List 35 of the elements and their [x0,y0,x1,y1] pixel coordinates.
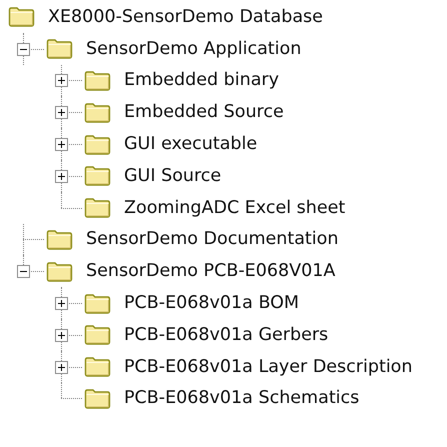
expander-toggle[interactable] [55,328,68,342]
folder-icon [84,356,111,378]
folder-icon [84,165,111,186]
folder-label[interactable]: ZoomingADC Excel sheet [124,194,346,221]
expander-toggle[interactable] [17,265,30,278]
folder-icon [46,228,73,250]
folder-label[interactable]: SensorDemo PCB-E068V01A [86,258,336,284]
expander-toggle[interactable] [55,170,68,183]
folder-icon [46,260,73,282]
folder-icon [84,197,111,218]
folder-label[interactable]: Embedded Source [124,99,284,126]
expander-toggle[interactable] [55,138,68,152]
folder-icon [8,6,35,28]
folder-icon [84,292,111,314]
folder-label[interactable]: PCB-E068v01a Gerbers [124,322,328,348]
expander-toggle[interactable] [55,297,68,310]
folder-label[interactable]: XE8000-SensorDemo Database [48,4,323,30]
folder-label[interactable]: SensorDemo Documentation [86,226,338,253]
folder-label[interactable]: SensorDemo Application [86,36,302,62]
folder-label[interactable]: GUI executable [124,130,258,158]
folder-icon [84,324,111,346]
folder-label[interactable]: PCB-E068v01a BOM [124,290,300,316]
folder-icon [46,38,73,60]
folder-label[interactable]: PCB-E068v01a Schematics [124,385,360,412]
expander-toggle[interactable] [55,74,68,88]
folder-icon [84,134,111,155]
folder-label[interactable]: GUI Source [124,162,222,189]
folder-icon [84,70,111,91]
folder-label[interactable]: PCB-E068v01a Layer Description [124,354,412,380]
expander-toggle[interactable] [55,360,68,374]
folder-icon [84,102,111,123]
expander-toggle[interactable] [17,42,30,56]
expander-toggle[interactable] [55,106,68,120]
folder-icon [84,388,111,409]
folder-label[interactable]: Embedded binary [124,67,279,94]
